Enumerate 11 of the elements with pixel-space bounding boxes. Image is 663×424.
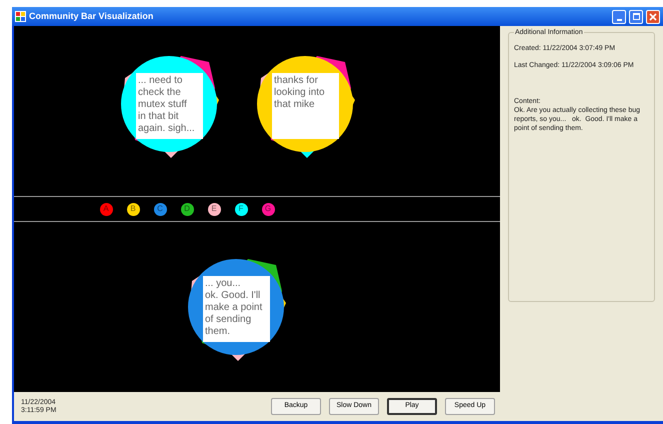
message-text: ... need to check the mutex stuff in that bit again. sigh...	[136, 73, 203, 139]
maximize-button[interactable]	[629, 10, 643, 24]
message-text: ... you... ok. Good. I'll make a point of sending them.	[203, 276, 270, 342]
minimize-icon	[616, 18, 622, 20]
app-icon	[15, 11, 26, 22]
close-button[interactable]	[646, 10, 660, 24]
minimize-button[interactable]	[612, 10, 626, 24]
message-text: thanks for looking into that mike	[272, 73, 339, 139]
maximize-icon	[632, 13, 640, 20]
close-icon	[649, 12, 657, 20]
window-title: Community Bar Visualization	[29, 10, 154, 23]
